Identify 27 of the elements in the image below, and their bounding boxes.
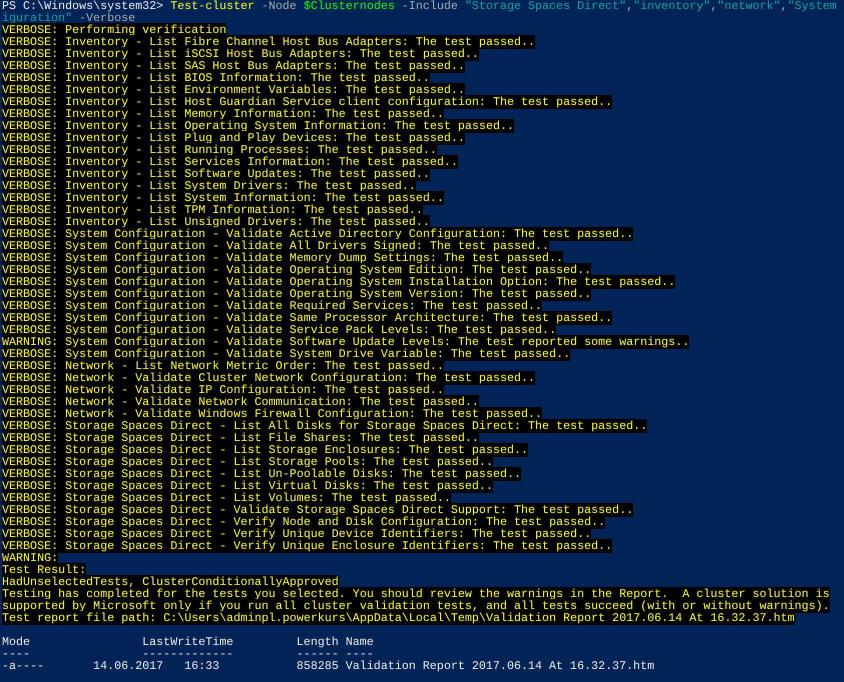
column-header: Name <box>346 636 374 648</box>
string-literal: "System <box>788 0 837 12</box>
prompt-text: PS C:\Windows\system32> <box>2 0 164 12</box>
table-cell-text: -a---- <box>2 660 46 672</box>
table-cell-text: 16:33 <box>184 660 220 672</box>
string-literal: "inventory" <box>633 0 710 12</box>
comma-operator: , <box>626 0 634 12</box>
parameter-name: -Node <box>262 0 297 12</box>
string-literal: "Storage Spaces Direct" <box>464 0 626 12</box>
table-cell: 858285 <box>296 660 339 672</box>
table-cell-text: 14.06.2017 <box>93 660 164 672</box>
header-underline: ---- <box>346 648 374 660</box>
column-header: LastWriteTime <box>142 636 234 648</box>
column-header: Length <box>296 636 339 648</box>
variable-name: $Clusternodes <box>304 0 395 12</box>
header-underline: ---- <box>2 648 32 660</box>
string-literal: "network" <box>717 0 781 12</box>
table-cell: Validation Report 2017.06.14 At 16.32.37.htm <box>346 660 654 672</box>
column-header: Mode <box>2 636 32 648</box>
header-underline: ------------- <box>142 648 234 660</box>
header-underline: ------ <box>296 648 339 660</box>
comma-operator: , <box>710 0 718 12</box>
string-literal: iguration" <box>2 12 72 24</box>
parameter-name: -Verbose <box>79 12 136 24</box>
comma-operator: , <box>780 0 788 12</box>
parameter-name: -Include <box>402 0 458 12</box>
command-name: Test-cluster <box>170 0 254 12</box>
